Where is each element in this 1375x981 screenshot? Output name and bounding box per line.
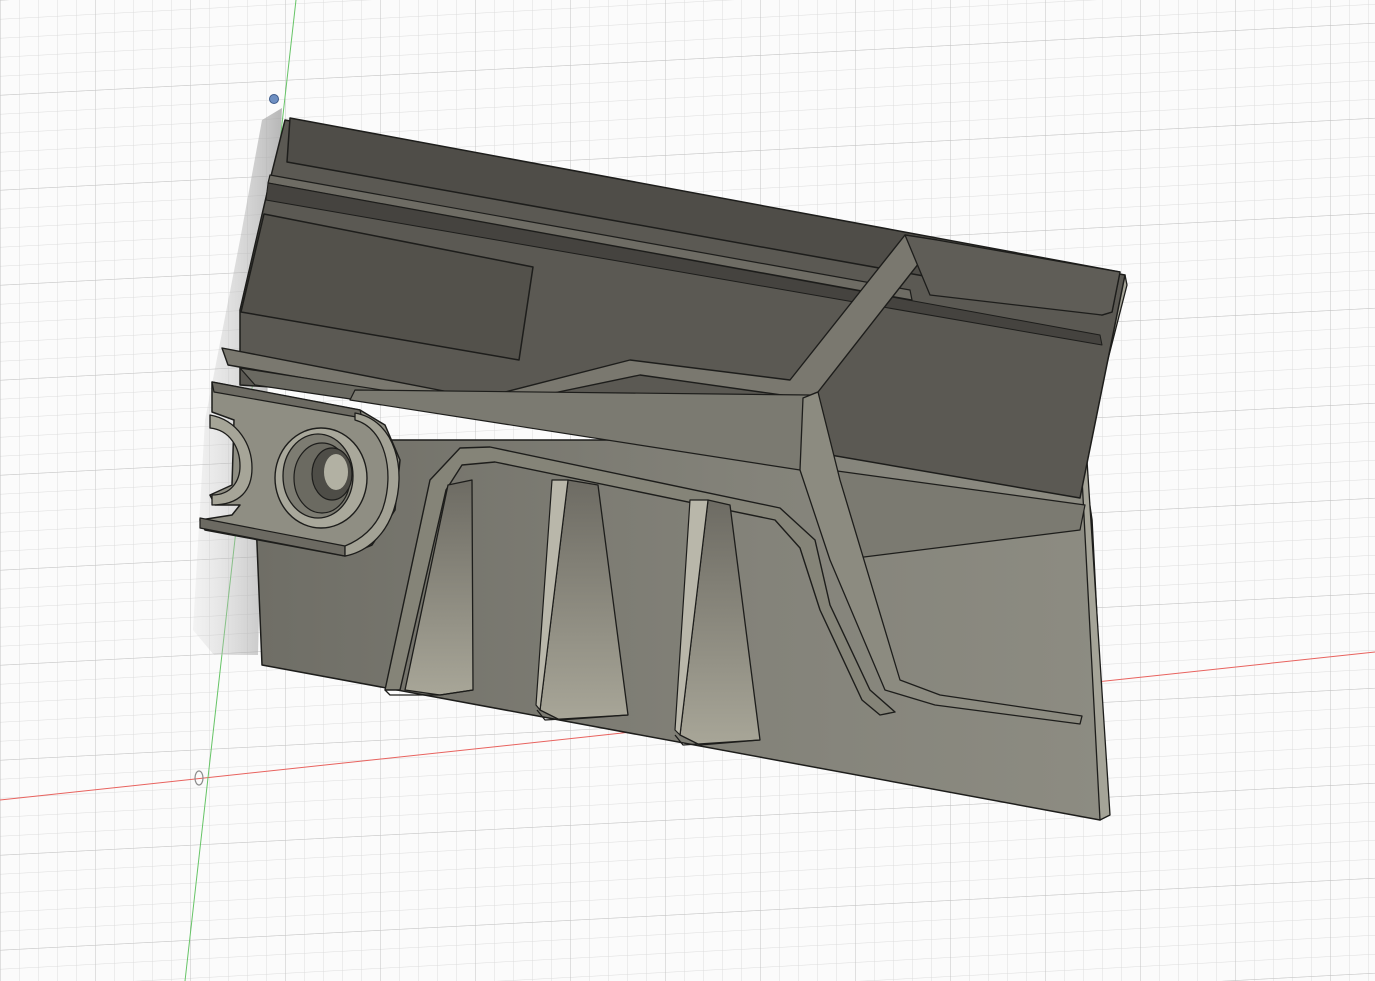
viewport-canvas[interactable] <box>0 0 1375 981</box>
pivot-point-icon[interactable] <box>269 94 279 104</box>
mount-bushing <box>274 427 368 529</box>
3d-viewport[interactable] <box>0 0 1375 981</box>
